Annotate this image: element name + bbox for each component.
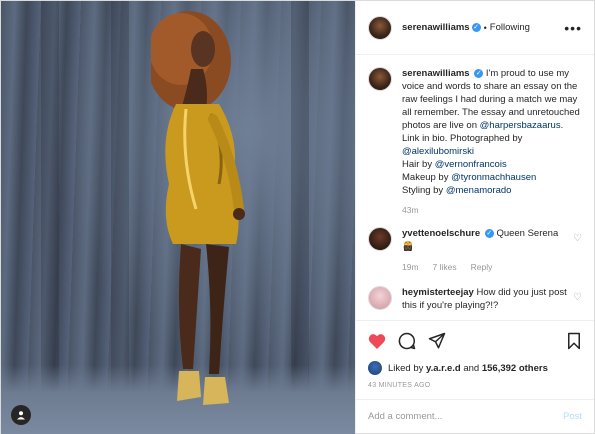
- comment-item: heymisterteejay How did you just post th…: [368, 286, 582, 312]
- instagram-post: serenawilliams ✓ • Following ••• serenaw…: [0, 0, 595, 434]
- model-figure: [151, 11, 245, 405]
- comment-username[interactable]: yvettenoelschure: [402, 228, 480, 239]
- verified-badge-icon: ✓: [474, 68, 484, 78]
- post-sidebar: serenawilliams ✓ • Following ••• serenaw…: [355, 1, 594, 433]
- heart-outline-icon[interactable]: ♡: [573, 292, 582, 303]
- likes-conjunction: and: [463, 362, 480, 374]
- verified-badge-icon: ✓: [471, 23, 481, 32]
- post-timestamp[interactable]: 43 MINUTES AGO: [368, 382, 582, 399]
- comment-avatar[interactable]: [368, 286, 392, 310]
- author-avatar[interactable]: [368, 15, 392, 40]
- caption-text: Makeup by: [402, 172, 452, 183]
- user-tag-icon[interactable]: [11, 405, 31, 425]
- mention-link[interactable]: @menamorado: [446, 185, 512, 196]
- liker-username[interactable]: y.a.r.e.d: [426, 363, 461, 374]
- caption-text: Hair by: [402, 159, 435, 170]
- likes-count[interactable]: 156,392 others: [482, 363, 548, 374]
- post-photo[interactable]: [1, 1, 355, 434]
- comment-body: heymisterteejay How did you just post th…: [402, 286, 567, 312]
- post-comment-button[interactable]: Post: [563, 411, 582, 422]
- comment-meta: 19m 7 likes Reply: [402, 261, 567, 274]
- author-username[interactable]: serenawilliams: [402, 22, 470, 33]
- comment-input[interactable]: [368, 411, 563, 422]
- likes-prefix: Liked by: [388, 362, 424, 374]
- following-button[interactable]: Following: [490, 22, 530, 33]
- bookmark-icon[interactable]: [566, 332, 582, 350]
- add-comment-bar: Post: [356, 399, 594, 433]
- comment-body: yvettenoelschure ✓ Queen Serena 👸🏿 19m 7…: [402, 227, 567, 274]
- comment-icon[interactable]: [398, 332, 416, 350]
- liker-avatar[interactable]: [368, 361, 382, 375]
- action-bar: Liked by y.a.r.e.d and 156,392 others 43…: [356, 320, 594, 399]
- comment-avatar[interactable]: [368, 227, 392, 251]
- caption-username[interactable]: serenawilliams: [402, 68, 470, 79]
- reply-button[interactable]: Reply: [471, 261, 493, 274]
- caption-body: serenawilliams ✓ I'm proud to use my voi…: [402, 67, 582, 197]
- share-icon[interactable]: [428, 332, 446, 350]
- header-separator: •: [483, 22, 487, 33]
- mention-link[interactable]: @harpersbazaarus: [480, 120, 561, 131]
- mention-link[interactable]: @vernonfrancois: [435, 159, 507, 170]
- comment-likes[interactable]: 7 likes: [433, 261, 457, 274]
- heart-outline-icon[interactable]: ♡: [573, 233, 582, 244]
- mention-link[interactable]: @tyronmachhausen: [451, 172, 536, 183]
- verified-badge-icon: ✓: [484, 228, 494, 238]
- caption: serenawilliams ✓ I'm proud to use my voi…: [368, 67, 582, 197]
- comment-time: 19m: [402, 262, 419, 272]
- comment-username[interactable]: heymisterteejay: [402, 287, 474, 298]
- post-header: serenawilliams ✓ • Following •••: [356, 1, 594, 55]
- comments-section: serenawilliams ✓ I'm proud to use my voi…: [356, 55, 594, 320]
- more-options-icon[interactable]: •••: [564, 20, 582, 36]
- heart-filled-icon[interactable]: [368, 333, 386, 350]
- action-icons: [368, 329, 582, 353]
- comment-item: yvettenoelschure ✓ Queen Serena 👸🏿 19m 7…: [368, 227, 582, 274]
- likes-summary: Liked by y.a.r.e.d and 156,392 others: [368, 361, 582, 375]
- caption-avatar[interactable]: [368, 67, 392, 91]
- caption-text: Styling by: [402, 185, 446, 196]
- mention-link[interactable]: @alexilubomirski: [402, 146, 474, 157]
- caption-time: 43m: [402, 205, 419, 215]
